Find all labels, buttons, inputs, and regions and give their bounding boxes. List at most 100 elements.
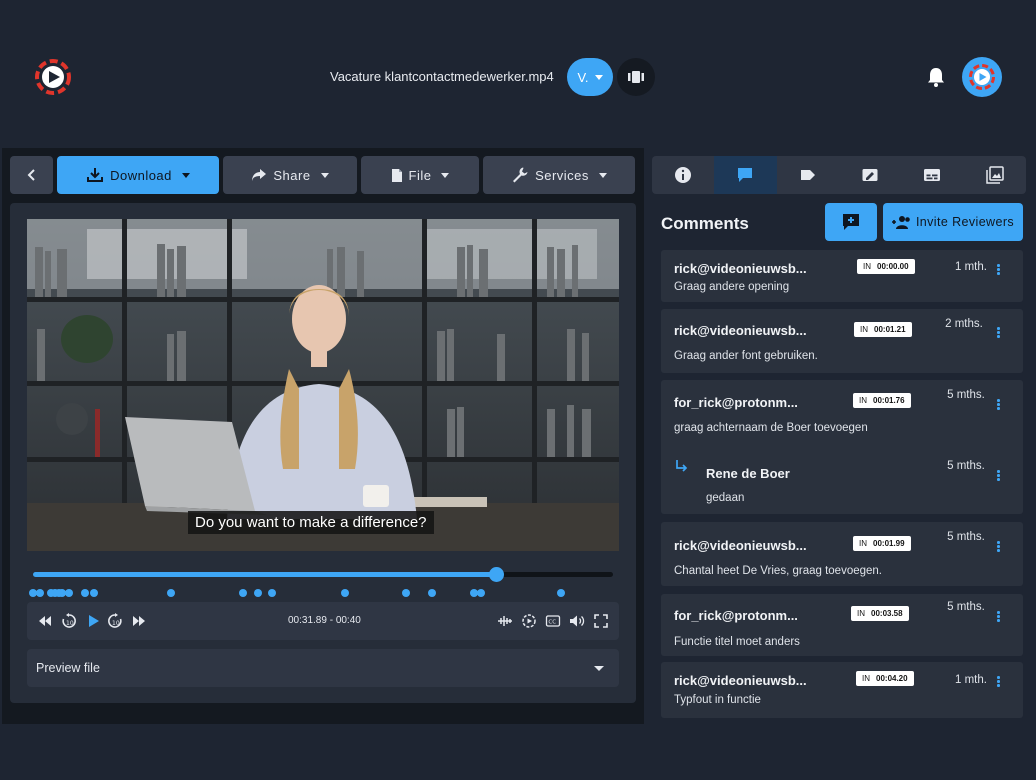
version-label: V. bbox=[577, 69, 589, 85]
timecode-badge[interactable]: IN 00:00.00 bbox=[857, 259, 915, 274]
more-options-icon[interactable] bbox=[997, 541, 1000, 552]
comment-item[interactable]: for_rick@protonm... IN 00:03.58 5 mths. F… bbox=[661, 594, 1023, 656]
skip-forward-10-icon[interactable]: 10 bbox=[107, 613, 123, 629]
compare-button[interactable] bbox=[617, 58, 655, 96]
comment-marker[interactable] bbox=[268, 589, 277, 597]
timecode-badge[interactable]: IN 00:03.58 bbox=[851, 606, 909, 621]
playback-speed-icon[interactable] bbox=[521, 613, 537, 629]
more-options-icon[interactable] bbox=[997, 327, 1000, 338]
download-icon bbox=[87, 168, 104, 182]
reply-author: Rene de Boer bbox=[706, 466, 790, 481]
comment-age: 5 mths. bbox=[947, 531, 985, 543]
play-icon[interactable] bbox=[85, 613, 101, 629]
gallery-icon bbox=[986, 166, 1004, 184]
bell-icon[interactable] bbox=[925, 66, 947, 88]
video-frame[interactable]: Do you want to make a difference? bbox=[27, 219, 619, 551]
sidebar-tabs bbox=[652, 156, 1026, 194]
comment-item[interactable]: rick@videonieuwsb... IN 00:04.20 1 mth. T… bbox=[661, 662, 1023, 718]
timeline-scrubber[interactable] bbox=[33, 567, 613, 582]
svg-text:10: 10 bbox=[112, 620, 120, 627]
comment-item[interactable]: for_rick@protonm... IN 00:01.76 5 mths. g… bbox=[661, 380, 1023, 514]
comment-text: graag achternaam de Boer toevoegen bbox=[674, 422, 868, 434]
chevron-down-icon bbox=[441, 172, 450, 178]
svg-text:CC: CC bbox=[548, 619, 556, 625]
rewind-icon[interactable] bbox=[37, 613, 53, 629]
tab-tags[interactable] bbox=[777, 156, 839, 194]
player-container: Do you want to make a difference? 10 10 bbox=[10, 203, 636, 703]
services-button[interactable]: Services bbox=[483, 156, 635, 194]
volume-icon[interactable] bbox=[569, 613, 585, 629]
tab-comments[interactable] bbox=[714, 156, 777, 194]
comment-marker[interactable] bbox=[253, 589, 262, 597]
comment-item[interactable]: rick@videonieuwsb... IN 00:00.00 1 mth. G… bbox=[661, 250, 1023, 302]
comment-marker[interactable] bbox=[166, 589, 175, 597]
player-controls: 10 10 00:31.89 - 00:40 CC bbox=[27, 602, 619, 640]
back-button[interactable] bbox=[10, 156, 53, 194]
comment-marker[interactable] bbox=[50, 589, 59, 597]
comment-marker[interactable] bbox=[65, 589, 74, 597]
more-options-icon[interactable] bbox=[997, 611, 1000, 622]
closed-captions-icon[interactable]: CC bbox=[545, 613, 561, 629]
download-button[interactable]: Download bbox=[57, 156, 219, 194]
comment-marker[interactable] bbox=[401, 589, 410, 597]
comment-marker[interactable] bbox=[36, 589, 45, 597]
timecode: 00:01.99 bbox=[873, 539, 905, 548]
more-options-icon[interactable] bbox=[997, 264, 1000, 275]
comment-marker[interactable] bbox=[239, 589, 248, 597]
tab-subtitles[interactable] bbox=[901, 156, 963, 194]
comment-text: Typfout in functie bbox=[674, 694, 761, 706]
comment-item[interactable]: rick@videonieuwsb... IN 00:01.99 5 mths. … bbox=[661, 522, 1023, 586]
file-icon bbox=[391, 168, 402, 182]
comment-author: rick@videonieuwsb... bbox=[674, 673, 807, 688]
timecode: 00:01.76 bbox=[873, 396, 905, 405]
download-label: Download bbox=[110, 167, 172, 183]
in-label: IN bbox=[859, 396, 867, 405]
more-options-icon[interactable] bbox=[997, 676, 1000, 687]
info-icon bbox=[675, 167, 692, 183]
comment-item[interactable]: rick@videonieuwsb... IN 00:01.21 2 mths. … bbox=[661, 309, 1023, 373]
file-title: Vacature klantcontactmedewerker.mp4 bbox=[330, 69, 554, 84]
comment-author: rick@videonieuwsb... bbox=[674, 323, 807, 338]
comment-marker[interactable] bbox=[556, 589, 565, 597]
skip-back-10-icon[interactable]: 10 bbox=[61, 613, 77, 629]
fullscreen-icon[interactable] bbox=[593, 613, 609, 629]
share-icon bbox=[252, 169, 267, 181]
play-logo-icon[interactable] bbox=[34, 58, 72, 96]
tag-icon bbox=[800, 170, 815, 180]
comment-age: 1 mth. bbox=[955, 261, 987, 273]
add-comment-button[interactable] bbox=[825, 203, 877, 241]
chevron-down-icon bbox=[181, 172, 190, 178]
comment-marker[interactable] bbox=[89, 589, 98, 597]
more-options-icon[interactable] bbox=[997, 470, 1000, 481]
timeline-handle[interactable] bbox=[489, 567, 505, 582]
invite-reviewers-button[interactable]: Invite Reviewers bbox=[883, 203, 1023, 241]
avatar[interactable] bbox=[962, 57, 1002, 97]
add-users-icon bbox=[891, 216, 910, 229]
timecode-badge[interactable]: IN 00:04.20 bbox=[856, 671, 914, 686]
tab-info[interactable] bbox=[652, 156, 714, 194]
comment-author: rick@videonieuwsb... bbox=[674, 261, 807, 276]
file-button[interactable]: File bbox=[361, 156, 479, 194]
fast-forward-icon[interactable] bbox=[131, 613, 147, 629]
timecode-badge[interactable]: IN 00:01.99 bbox=[853, 536, 911, 551]
comment-marker[interactable] bbox=[477, 589, 486, 597]
tab-gallery[interactable] bbox=[964, 156, 1026, 194]
chevron-down-icon bbox=[598, 172, 607, 178]
preview-file-select[interactable]: Preview file bbox=[27, 649, 619, 687]
comment-text: Chantal heet De Vries, graag toevoegen. bbox=[674, 565, 882, 577]
avatar-play-icon bbox=[969, 64, 995, 90]
timecode: 00:01.21 bbox=[874, 325, 906, 334]
version-dropdown[interactable]: V. bbox=[567, 58, 613, 96]
timecode-badge[interactable]: IN 00:01.76 bbox=[853, 393, 911, 408]
comment-marker[interactable] bbox=[427, 589, 436, 597]
waveform-icon[interactable] bbox=[497, 613, 513, 629]
in-label: IN bbox=[859, 539, 867, 548]
more-options-icon[interactable] bbox=[997, 399, 1000, 410]
share-button[interactable]: Share bbox=[223, 156, 357, 194]
comment-marker[interactable] bbox=[340, 589, 349, 597]
preview-file-label: Preview file bbox=[36, 661, 100, 675]
timecode-badge[interactable]: IN 00:01.21 bbox=[854, 322, 912, 337]
comment-marker[interactable] bbox=[80, 589, 89, 597]
tab-annotate[interactable] bbox=[839, 156, 901, 194]
file-label: File bbox=[408, 167, 432, 183]
